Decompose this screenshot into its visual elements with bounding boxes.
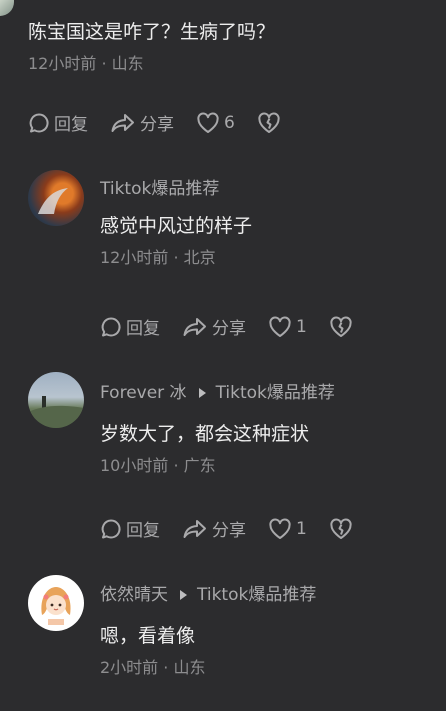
reply-meta: 12小时前 · 北京 [100, 248, 216, 267]
comment-bubble-icon [29, 112, 49, 132]
heart-icon [197, 112, 219, 133]
like-button[interactable]: 1 [268, 316, 307, 338]
dislike-button[interactable] [329, 316, 353, 338]
reply-meta: 10小时前 · 广东 [100, 456, 216, 475]
reply-1-avatar[interactable] [28, 170, 84, 226]
reply-label: 回复 [126, 521, 160, 541]
reply-text: 感觉中风过的样子 [100, 215, 253, 237]
reply-author[interactable]: Tiktok爆品推荐 [100, 178, 252, 200]
comment-meta: 12小时前 · 山东 [28, 54, 144, 73]
top-comment: 陈宝国这是咋了？生病了吗？ 12小时前 · 山东 [28, 20, 275, 74]
reply-label: 回复 [54, 115, 88, 135]
like-count: 1 [296, 316, 307, 337]
like-button[interactable]: 6 [196, 112, 235, 134]
comment-bubble-icon [101, 316, 121, 336]
reply-button[interactable]: 回复 [100, 314, 160, 339]
like-button[interactable]: 1 [268, 518, 307, 540]
share-button[interactable]: 分享 [182, 314, 246, 339]
comment-bubble-icon [101, 518, 121, 538]
reply-2-avatar[interactable] [28, 372, 84, 428]
share-label: 分享 [212, 521, 246, 541]
avatar-art-icon [28, 396, 84, 428]
share-arrow-icon [183, 519, 206, 538]
reply-button[interactable]: 回复 [100, 516, 160, 541]
reply-text: 岁数大了，都会这种症状 [100, 423, 310, 445]
like-count: 1 [296, 518, 307, 539]
share-label: 分享 [212, 319, 246, 339]
dislike-button[interactable] [329, 518, 353, 540]
broken-heart-icon [330, 316, 352, 337]
share-arrow-icon [183, 317, 206, 336]
reply-3: 依然晴天 Tiktok爆品推荐 嗯，看着像 2小时前 · 山东 [100, 584, 316, 678]
avatar-art-icon [38, 188, 68, 214]
reply-arrow-icon [180, 590, 187, 600]
reply-meta: 2小时前 · 山东 [100, 658, 206, 677]
reply-author-line: 依然晴天 Tiktok爆品推荐 [100, 584, 316, 606]
reply-to-author[interactable]: Tiktok爆品推荐 [216, 382, 335, 404]
top-comment-avatar[interactable] [0, 0, 14, 16]
reply-button[interactable]: 回复 [28, 110, 88, 135]
top-comment-actions: 回复 分享 6 [28, 110, 281, 135]
share-button[interactable]: 分享 [110, 110, 174, 135]
heart-icon [269, 518, 291, 539]
reply-1: Tiktok爆品推荐 感觉中风过的样子 12小时前 · 北京 [100, 178, 252, 268]
dislike-button[interactable] [257, 112, 281, 134]
reply-label: 回复 [126, 319, 160, 339]
share-arrow-icon [111, 113, 134, 132]
broken-heart-icon [330, 518, 352, 539]
reply-to-author[interactable]: Tiktok爆品推荐 [197, 584, 316, 606]
reply-3-avatar[interactable] [28, 575, 84, 631]
comment-text: 陈宝国这是咋了？生病了吗？ [28, 21, 276, 43]
reply-text: 嗯，看着像 [100, 625, 196, 647]
share-label: 分享 [140, 115, 174, 135]
reply-author[interactable]: Forever 冰 [100, 382, 187, 404]
heart-icon [269, 316, 291, 337]
cartoon-girl-icon [41, 587, 71, 625]
reply-2-actions: 回复 分享 1 [100, 516, 353, 541]
reply-author[interactable]: 依然晴天 [100, 584, 168, 606]
reply-2: Forever 冰 Tiktok爆品推荐 岁数大了，都会这种症状 10小时前 ·… [100, 382, 335, 476]
reply-1-actions: 回复 分享 1 [100, 314, 353, 339]
like-count: 6 [224, 112, 235, 133]
reply-author-line: Forever 冰 Tiktok爆品推荐 [100, 382, 335, 404]
broken-heart-icon [258, 112, 280, 133]
reply-arrow-icon [198, 388, 206, 398]
share-button[interactable]: 分享 [182, 516, 246, 541]
